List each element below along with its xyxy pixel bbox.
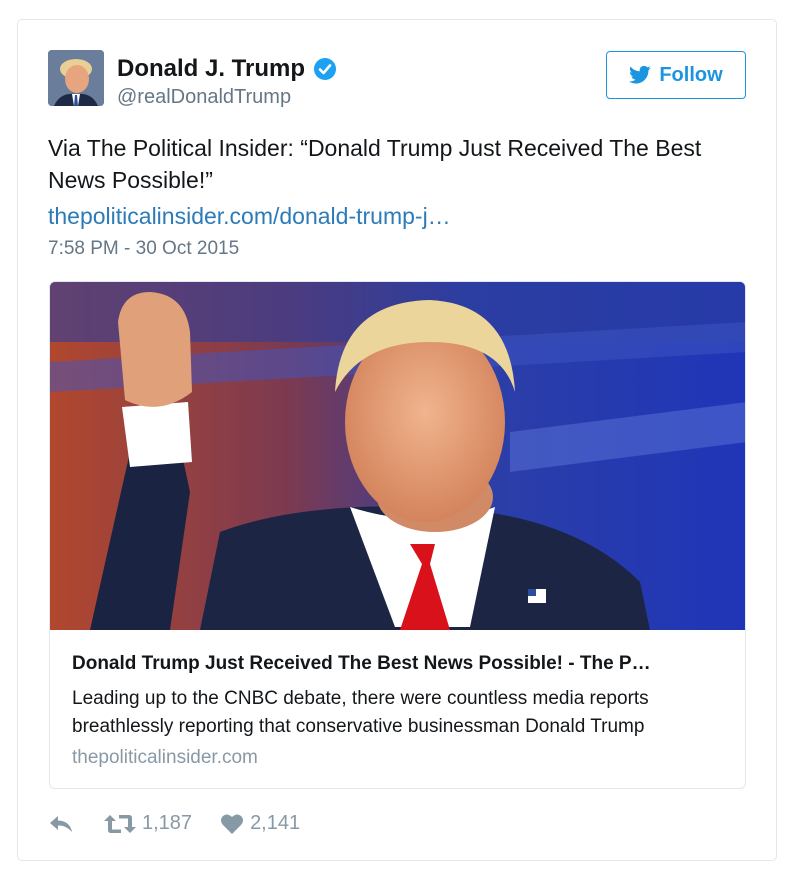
display-name[interactable]: Donald J. Trump bbox=[117, 55, 305, 83]
link-card[interactable]: Donald Trump Just Received The Best News… bbox=[49, 281, 746, 789]
retweet-icon bbox=[104, 814, 136, 833]
avatar[interactable] bbox=[48, 50, 104, 106]
user-name-row: Donald J. Trump bbox=[117, 55, 337, 83]
heart-icon bbox=[221, 813, 244, 834]
card-description: Leading up to the CNBC debate, there wer… bbox=[72, 688, 649, 737]
retweet-button[interactable]: 1,187 bbox=[104, 812, 192, 835]
tweet-embed: Donald J. Trump @realDonaldTrump Follow … bbox=[17, 19, 777, 861]
reply-button[interactable] bbox=[48, 813, 74, 835]
user-handle[interactable]: @realDonaldTrump bbox=[117, 86, 291, 109]
retweet-count: 1,187 bbox=[142, 812, 193, 834]
tweet-text: Via The Political Insider: “Donald Trump… bbox=[48, 135, 702, 193]
twitter-bird-icon bbox=[629, 65, 651, 84]
follow-button-label: Follow bbox=[659, 63, 723, 86]
reply-icon bbox=[50, 815, 72, 832]
like-count: 2,141 bbox=[250, 812, 301, 834]
like-button[interactable]: 2,141 bbox=[220, 812, 300, 835]
follow-button[interactable]: Follow bbox=[606, 51, 746, 99]
tweet-link[interactable]: thepoliticalinsider.com/donald-trump-j… bbox=[48, 200, 451, 232]
card-domain: thepoliticalinsider.com bbox=[72, 747, 258, 768]
tweet-timestamp[interactable]: 7:58 PM - 30 Oct 2015 bbox=[48, 238, 239, 260]
card-title: Donald Trump Just Received The Best News… bbox=[72, 653, 651, 674]
tweet-actions: 1,187 2,141 bbox=[48, 812, 300, 835]
card-image bbox=[50, 282, 745, 630]
verified-badge-icon bbox=[314, 58, 337, 80]
